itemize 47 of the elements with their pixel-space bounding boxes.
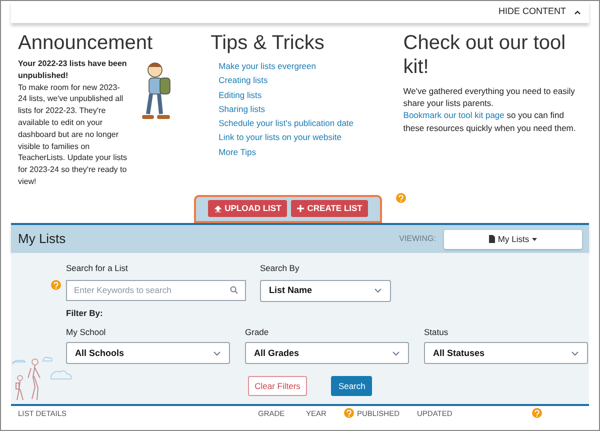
- filter-label: My School: [66, 326, 107, 338]
- upload-icon: [214, 204, 222, 212]
- caret-icon: [532, 238, 538, 240]
- help-icon[interactable]: [51, 280, 61, 290]
- tips-title: Tips & Tricks: [210, 31, 326, 55]
- hide-content-toggle[interactable]: HIDE CONTENT: [498, 5, 566, 19]
- tip-link[interactable]: Link to your lists on your website: [218, 130, 404, 145]
- document-icon: [488, 235, 495, 243]
- upload-list-button[interactable]: UPLOAD LIST: [208, 200, 288, 217]
- plus-icon: [297, 205, 304, 212]
- select-field[interactable]: List Name: [260, 280, 391, 302]
- help-icon[interactable]: [344, 408, 354, 418]
- tip-link[interactable]: Creating lists: [218, 73, 404, 88]
- select-field[interactable]: All Statuses: [424, 342, 588, 364]
- viewing-label: VIEWING:: [399, 233, 436, 245]
- announcement-text: To make room for new 2023-24 lists, we've unpublished all lists for 2022-23. They're available to edit on your dashboard but are no longer visible to families on TeacherLists. Update your lists for 2023-24 so they're ready to view!: [18, 82, 128, 188]
- tip-link[interactable]: Sharing lists: [218, 102, 404, 116]
- search-icon: [230, 286, 238, 294]
- search-by-label: Search By: [260, 262, 300, 275]
- toolkit-title: Check out our tool kit!: [403, 31, 567, 79]
- tip-link[interactable]: More Tips: [218, 144, 404, 160]
- filter-by-title: Filter By:: [66, 306, 104, 320]
- tip-link[interactable]: Schedule your list's publication date: [218, 116, 404, 130]
- select-field[interactable]: All Grades: [245, 342, 409, 364]
- tip-link[interactable]: Editing lists: [218, 88, 404, 102]
- viewing-dropdown[interactable]: My Lists: [444, 230, 582, 248]
- tip-link[interactable]: Make your lists evergreen: [218, 59, 404, 74]
- help-icon[interactable]: [396, 193, 406, 203]
- search-label: Search for a List: [66, 262, 129, 275]
- search-button[interactable]: Search: [331, 376, 372, 396]
- chevron-down-icon: [392, 350, 400, 356]
- filter-label: Status: [424, 326, 450, 338]
- filter-label: Grade: [245, 326, 270, 338]
- toolkit-text: We've gathered everything you need to easily share your lists parents. Bookmark our tool kit page so you can find these resources quickly when you need them.: [403, 85, 577, 134]
- chevron-down-icon: [213, 350, 221, 356]
- chevron-up-icon[interactable]: [574, 10, 581, 14]
- my-lists-title: My Lists: [18, 230, 66, 248]
- announcement-lead: Your 2022-23 lists have been unpublished!: [18, 58, 128, 82]
- chevron-down-icon: [571, 350, 579, 356]
- announcement-title: Announcement: [18, 31, 154, 55]
- create-list-button[interactable]: CREATE LIST: [291, 200, 368, 217]
- toolkit-link[interactable]: Bookmark our tool kit page: [403, 110, 504, 120]
- chevron-down-icon: [374, 288, 382, 294]
- select-field[interactable]: All Schools: [66, 342, 230, 364]
- clear-filters-button[interactable]: Clear Filters: [248, 376, 308, 396]
- search-field[interactable]: Enter Keywords to search: [66, 280, 246, 301]
- help-icon[interactable]: [532, 408, 542, 418]
